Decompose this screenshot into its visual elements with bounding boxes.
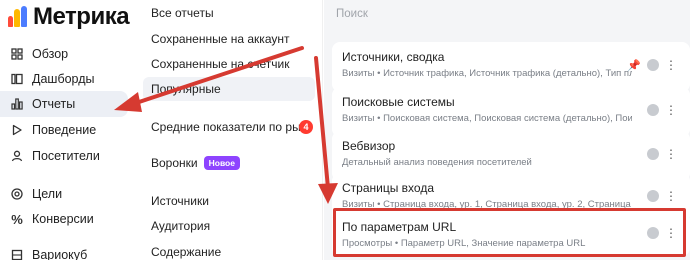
arrow-to-reports — [134, 46, 304, 105]
arrow-head — [114, 92, 142, 112]
annotation-arrows — [114, 46, 338, 204]
arrow-to-url-params — [314, 56, 330, 190]
arrow-head — [318, 183, 338, 204]
